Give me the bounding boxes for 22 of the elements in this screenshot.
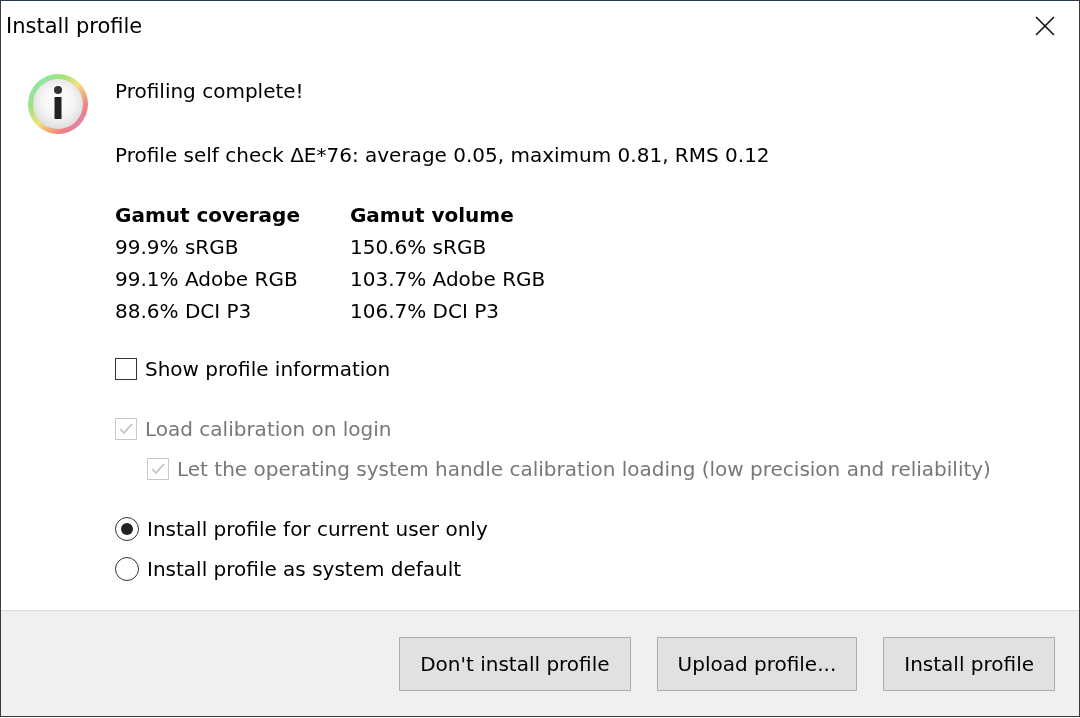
info-icon: [27, 73, 89, 135]
heading-text: Profiling complete!: [115, 78, 305, 105]
gamut-value: 106.7% DCI P3: [349, 298, 500, 325]
dialog-button[interactable]: Install profile: [883, 636, 1055, 691]
gamut-value: 150.6% sRGB: [349, 234, 488, 261]
checkbox-label: Load calibration on login: [145, 417, 392, 441]
close-icon[interactable]: [1035, 16, 1055, 36]
checkbox-label: Show profile information: [145, 357, 391, 381]
radio-label: Install profile as system default: [147, 557, 462, 581]
gamut-value: 99.9% sRGB: [115, 234, 240, 261]
self-check-text: Profile self check ΔE*76: average 0.05, maximum 0.81, RMS 0.12: [115, 142, 771, 169]
dialog-button[interactable]: Don't install profile: [399, 636, 631, 691]
radio-label: Install profile for current user only: [147, 517, 488, 541]
checkbox-label: Let the operating system handle calibration loading (low precision and reliability): [177, 457, 991, 481]
gamut-value: 88.6% DCI P3: [115, 298, 253, 325]
dialog-button[interactable]: Upload profile...: [656, 636, 858, 691]
gamut-value: 103.7% Adobe RGB: [349, 266, 546, 293]
checkbox[interactable]: [115, 358, 137, 380]
gamut-value: 99.1% Adobe RGB: [115, 266, 299, 293]
column-heading: Gamut coverage: [115, 202, 300, 229]
column-heading: Gamut volume: [349, 202, 515, 229]
window-title: Install profile: [6, 14, 143, 38]
